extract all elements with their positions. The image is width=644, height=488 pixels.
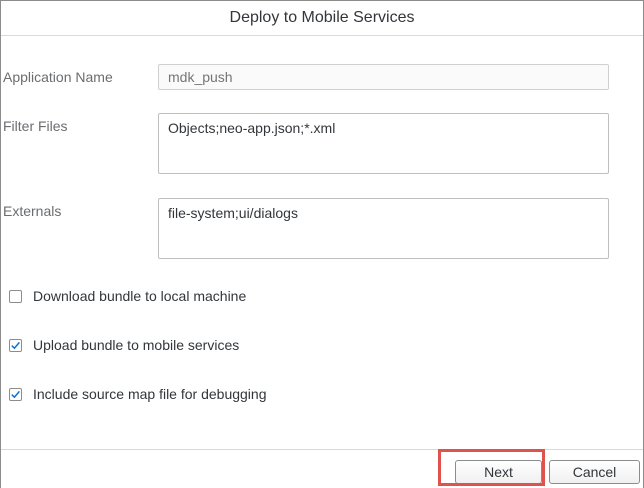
filter-files-field[interactable] <box>158 113 609 174</box>
filter-files-textarea[interactable] <box>168 120 599 167</box>
cancel-button[interactable]: Cancel <box>549 460 640 484</box>
checkmark-icon <box>11 390 20 398</box>
upload-bundle-label: Upload bundle to mobile services <box>33 337 240 353</box>
externals-field[interactable] <box>158 198 609 259</box>
source-map-checkbox[interactable] <box>9 387 22 401</box>
download-bundle-option[interactable]: Download bundle to local machine <box>9 287 246 305</box>
upload-bundle-checkbox[interactable] <box>9 338 22 352</box>
dialog-footer <box>1 449 643 488</box>
externals-label: Externals <box>3 203 62 219</box>
checkmark-icon <box>11 341 20 349</box>
application-name-field[interactable] <box>158 64 609 90</box>
deploy-dialog: Deploy to Mobile Services Application Na… <box>0 0 644 488</box>
filter-files-label: Filter Files <box>3 118 68 134</box>
upload-bundle-option[interactable]: Upload bundle to mobile services <box>9 336 239 354</box>
download-bundle-label: Download bundle to local machine <box>33 288 247 304</box>
source-map-label: Include source map file for debugging <box>33 386 267 402</box>
application-name-label: Application Name <box>3 69 113 85</box>
externals-textarea[interactable] <box>168 205 599 252</box>
dialog-title: Deploy to Mobile Services <box>229 9 415 26</box>
source-map-option[interactable]: Include source map file for debugging <box>9 385 266 403</box>
dialog-header: Deploy to Mobile Services <box>1 1 643 36</box>
download-bundle-checkbox[interactable] <box>9 289 22 303</box>
next-button[interactable]: Next <box>455 460 542 484</box>
application-name-input[interactable] <box>168 69 599 85</box>
